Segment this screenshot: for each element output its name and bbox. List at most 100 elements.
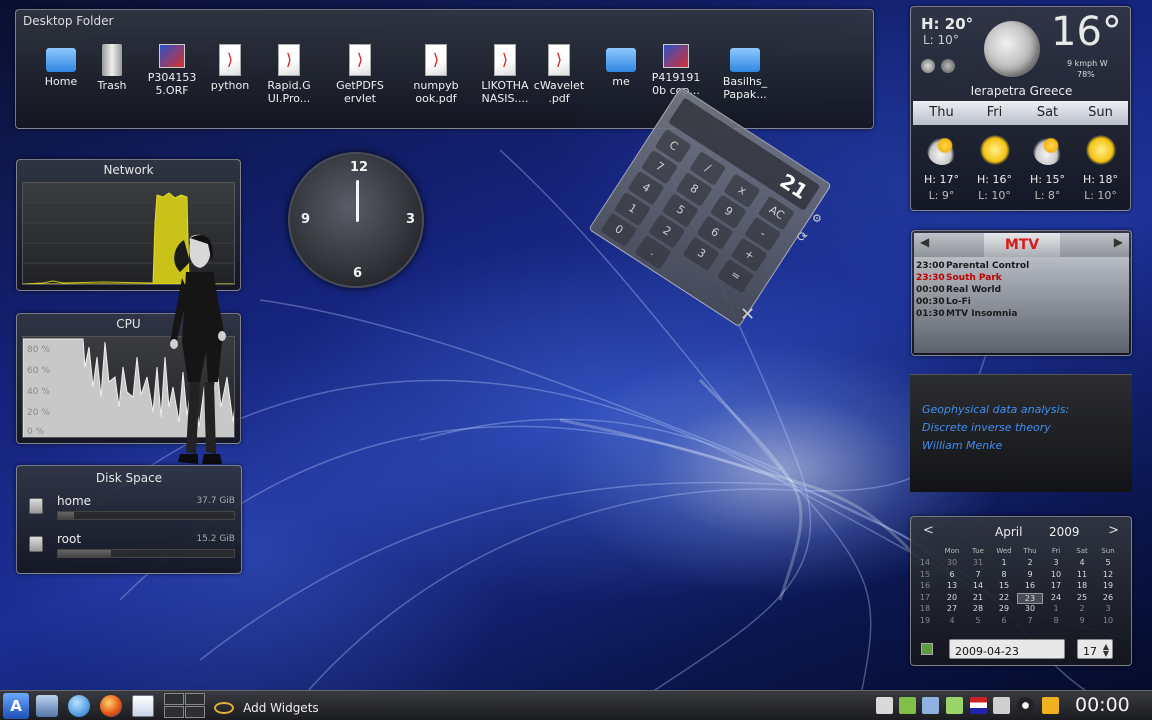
taskbar-clock[interactable]: 00:00 xyxy=(1075,694,1130,716)
today-icon[interactable] xyxy=(921,643,933,655)
firefox-icon[interactable] xyxy=(100,695,122,717)
calendar-day[interactable]: 20 xyxy=(939,593,965,604)
calendar-day[interactable]: 16 xyxy=(1017,581,1043,592)
volume-icon[interactable] xyxy=(993,697,1010,714)
calculator-close-icon[interactable]: ✕ xyxy=(740,304,755,325)
calendar-day[interactable]: 13 xyxy=(939,581,965,592)
tv-program-row[interactable]: 00:00Real World xyxy=(916,285,1001,295)
desktop-3[interactable] xyxy=(164,706,184,718)
calendar-day[interactable]: 1 xyxy=(991,558,1017,569)
pager[interactable] xyxy=(164,693,206,719)
calendar-month[interactable]: April xyxy=(995,525,1022,539)
calendar-day[interactable]: 30 xyxy=(939,558,965,569)
calendar-day[interactable]: 17 xyxy=(1043,581,1069,592)
disk-name: root xyxy=(57,532,82,546)
desktop-2[interactable] xyxy=(185,693,205,705)
calendar-day[interactable]: 3 xyxy=(1043,558,1069,569)
desktop-file-item[interactable]: ⟩ GetPDFS ervlet xyxy=(325,44,395,105)
calendar-day[interactable]: 15 xyxy=(991,581,1017,592)
calculator-rotate-icon[interactable]: ⟳ xyxy=(797,230,808,245)
calendar-day[interactable]: 26 xyxy=(1095,593,1121,604)
prev-channel-button[interactable]: ◀ xyxy=(920,235,929,249)
week-spinbox[interactable]: 17 ▲ ▼ xyxy=(1077,639,1113,659)
calendar-day[interactable]: 23 xyxy=(1017,592,1043,604)
calendar-day[interactable]: 19 xyxy=(1095,581,1121,592)
calendar-day[interactable]: 5 xyxy=(965,616,991,627)
disk-row-home[interactable]: home 37.7 GiB xyxy=(25,494,235,524)
calendar-day[interactable]: 6 xyxy=(939,570,965,581)
calendar-day[interactable]: 10 xyxy=(1043,570,1069,581)
calendar-day[interactable]: 4 xyxy=(1069,558,1095,569)
calendar-day[interactable]: 9 xyxy=(1017,570,1043,581)
tv-program-row[interactable]: 00:30Lo-Fi xyxy=(916,297,971,307)
calendar-day[interactable]: 18 xyxy=(1069,581,1095,592)
power-icon[interactable] xyxy=(1042,697,1059,714)
prev-month-button[interactable]: < xyxy=(923,523,934,538)
desktop-file-item[interactable]: Basilhs_ Papak... xyxy=(710,44,780,101)
desktop-4[interactable] xyxy=(185,706,205,718)
desktop-file-item[interactable]: ⟩ numpyb ook.pdf xyxy=(401,44,471,105)
forecast-low: L: 9° xyxy=(928,189,955,202)
calendar-day[interactable]: 7 xyxy=(965,570,991,581)
calendar-day[interactable]: 8 xyxy=(991,570,1017,581)
tv-program-row[interactable]: 01:30MTV Insomnia xyxy=(916,309,1017,319)
calendar-day[interactable]: 24 xyxy=(1043,593,1069,604)
calendar-day[interactable]: 28 xyxy=(965,604,991,615)
tv-program-time: 00:30 xyxy=(916,297,945,307)
notes-widget[interactable]: Geophysical data analysis: Discrete inve… xyxy=(910,374,1132,492)
network-manager-icon[interactable] xyxy=(922,697,939,714)
calendar-weekday: Sat xyxy=(1076,547,1088,555)
analog-clock[interactable]: 12 3 6 9 xyxy=(288,152,424,288)
clock-number-6: 6 xyxy=(353,266,363,281)
media-player-icon[interactable] xyxy=(1017,697,1034,714)
calendar-day[interactable]: 14 xyxy=(965,581,991,592)
pdf-file-icon: ⟩ xyxy=(494,44,516,76)
cpu-ylabel: 40 % xyxy=(27,387,50,397)
calendar-day[interactable]: 25 xyxy=(1069,593,1095,604)
add-widgets-button[interactable]: Add Widgets xyxy=(214,697,319,717)
calendar-day[interactable]: 30 xyxy=(1017,604,1043,615)
calendar-day[interactable]: 6 xyxy=(991,616,1017,627)
calendar-day[interactable]: 11 xyxy=(1069,570,1095,581)
calendar-day[interactable]: 2 xyxy=(1017,558,1043,569)
device-notifier-icon[interactable] xyxy=(899,697,916,714)
pdf-file-icon: ⟩ xyxy=(349,44,371,76)
desktop-file-item[interactable]: ⟩ cWavelet .pdf xyxy=(524,44,594,105)
calculator-settings-icon[interactable]: ⚙ xyxy=(812,212,822,225)
calendar-day[interactable]: 29 xyxy=(991,604,1017,615)
next-channel-button[interactable]: ▶ xyxy=(1114,235,1123,249)
desktop-file-label: Rapid.G UI.Pro... xyxy=(267,79,311,105)
web-browser-icon[interactable] xyxy=(68,695,90,717)
calendar-day[interactable]: 2 xyxy=(1069,604,1095,615)
calendar-day[interactable]: 8 xyxy=(1043,616,1069,627)
calendar-day[interactable]: 21 xyxy=(965,593,991,604)
calendar-day[interactable]: 22 xyxy=(991,593,1017,604)
system-settings-icon[interactable] xyxy=(36,695,58,717)
desktop-1[interactable] xyxy=(164,693,184,705)
calendar-day[interactable]: 12 xyxy=(1095,570,1121,581)
clipboard-icon[interactable] xyxy=(876,697,893,714)
forecast-high: H: 15° xyxy=(1030,173,1065,186)
spin-arrows-icon[interactable]: ▲ ▼ xyxy=(1103,643,1109,658)
calendar-day[interactable]: 5 xyxy=(1095,558,1121,569)
text-editor-icon[interactable] xyxy=(132,695,154,717)
next-month-button[interactable]: > xyxy=(1108,523,1119,538)
battery-icon[interactable] xyxy=(946,697,963,714)
calendar-day[interactable]: 27 xyxy=(939,604,965,615)
keyboard-layout-icon[interactable] xyxy=(970,697,987,714)
kde-menu-icon[interactable]: A xyxy=(3,693,29,719)
disk-row-root[interactable]: root 15.2 GiB xyxy=(25,532,235,562)
calendar-day[interactable]: 31 xyxy=(965,558,991,569)
calendar-day[interactable]: 7 xyxy=(1017,616,1043,627)
tv-program-row[interactable]: 23:30South Park xyxy=(916,273,1002,283)
date-input[interactable]: 2009-04-23 xyxy=(949,639,1065,659)
desktop-file-item[interactable]: ⟩ Rapid.G UI.Pro... xyxy=(254,44,324,105)
calendar-day[interactable]: 3 xyxy=(1095,604,1121,615)
calendar-year[interactable]: 2009 xyxy=(1049,525,1080,539)
calendar-day[interactable]: 10 xyxy=(1095,616,1121,627)
desktop-file-item[interactable]: P419191 0b cop... xyxy=(641,44,711,97)
calendar-day[interactable]: 1 xyxy=(1043,604,1069,615)
calendar-day[interactable]: 4 xyxy=(939,616,965,627)
tv-program-row[interactable]: 23:00Parental Control xyxy=(916,261,1029,271)
calendar-day[interactable]: 9 xyxy=(1069,616,1095,627)
